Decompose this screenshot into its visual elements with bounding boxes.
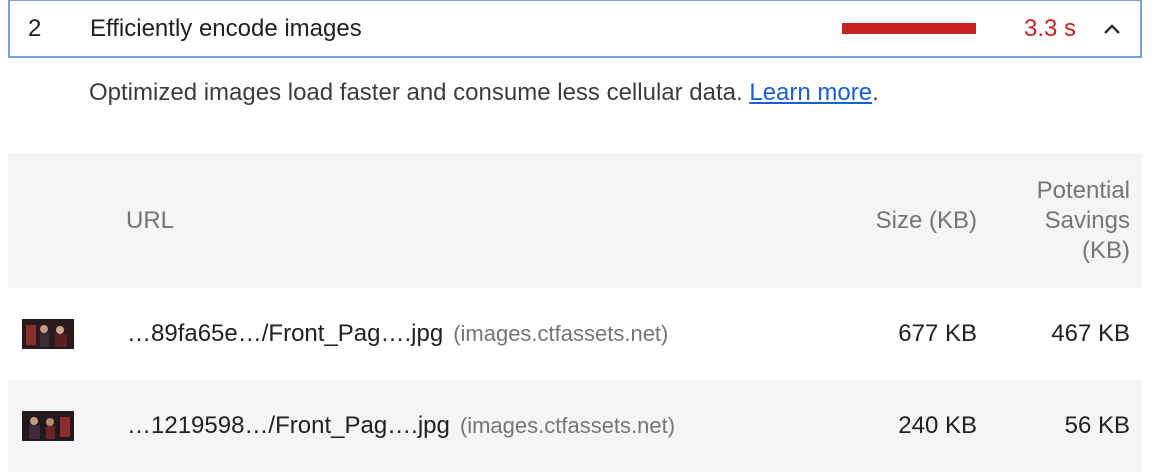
- savings-value: 3.3 s: [1023, 14, 1076, 42]
- row-host: (images.ctfassets.net): [453, 321, 669, 346]
- table-header-row: URL Size (KB) Potential Savings (KB): [8, 153, 1142, 288]
- description-text: Optimized images load faster and consume…: [89, 79, 743, 106]
- images-table: URL Size (KB) Potential Savings (KB) …89…: [8, 153, 1142, 472]
- url-cell[interactable]: …89fa65e…/Front_Pag….jpg (images.ctfasset…: [126, 288, 816, 380]
- description-suffix: .: [872, 79, 879, 106]
- row-url[interactable]: …1219598…/Front_Pag….jpg: [127, 412, 450, 439]
- row-url[interactable]: …89fa65e…/Front_Pag….jpg: [127, 320, 443, 347]
- table-row: …1219598…/Front_Pag….jpg (images.ctfasset…: [8, 380, 1142, 472]
- learn-more-link[interactable]: Learn more: [749, 79, 872, 106]
- size-header: Size (KB): [875, 206, 977, 234]
- url-cell[interactable]: …1219598…/Front_Pag….jpg (images.ctfasset…: [126, 380, 816, 472]
- audit-header[interactable]: 2 Efficiently encode images 3.3 s: [8, 0, 1142, 58]
- row-host: (images.ctfassets.net): [459, 413, 676, 438]
- image-thumbnail: [22, 319, 74, 349]
- thumbnail-header: [8, 153, 126, 288]
- image-thumbnail: [22, 411, 74, 441]
- savings-header-line2: Savings: [1044, 206, 1130, 234]
- savings-header-line1: Potential: [1036, 176, 1130, 204]
- savings-header-line3: (KB): [1082, 236, 1130, 264]
- row-savings: 467 KB: [1051, 320, 1130, 347]
- audit-index: 2: [28, 14, 42, 42]
- chevron-up-icon[interactable]: [1096, 13, 1128, 45]
- audit-description: Optimized images load faster and consume…: [89, 79, 879, 107]
- row-size: 240 KB: [898, 412, 977, 439]
- savings-bar: [842, 23, 976, 34]
- row-size: 677 KB: [898, 320, 977, 347]
- row-savings: 56 KB: [1064, 412, 1130, 439]
- url-header: URL: [126, 206, 175, 234]
- table-row: …89fa65e…/Front_Pag….jpg (images.ctfasset…: [8, 288, 1142, 380]
- savings-header: Potential Savings (KB): [989, 153, 1142, 288]
- audit-title: Efficiently encode images: [90, 14, 362, 42]
